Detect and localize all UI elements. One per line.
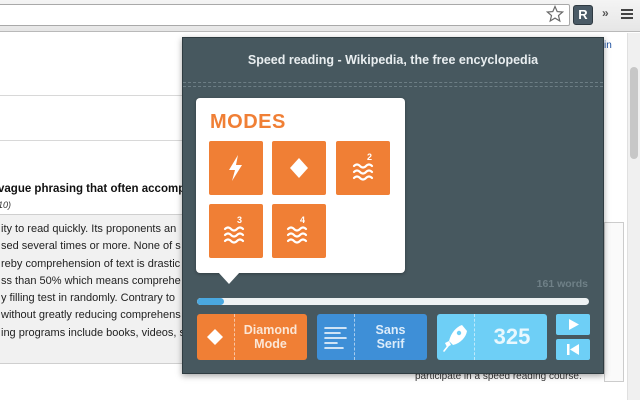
side-panel	[604, 222, 624, 382]
article-line: sed several times or more. None of s	[1, 240, 181, 253]
mode-button-line2: Mode	[254, 337, 287, 351]
font-button-line2: Serif	[376, 337, 405, 351]
modes-menu: MODES 2 3 4	[196, 98, 405, 284]
modes-heading: MODES	[210, 111, 286, 133]
play-icon	[569, 319, 579, 330]
article-line: ity to read quickly. Its proponents an	[1, 223, 177, 235]
waves-icon: 4	[286, 215, 308, 244]
article-line: ss than 50% which means comprehe	[1, 274, 181, 287]
reading-progress-fill	[197, 298, 225, 305]
waves-icon: 3	[223, 215, 245, 244]
article-excerpt: ity to read quickly. Its proponents an s…	[0, 214, 189, 364]
mode-tile-waves-2[interactable]: 2	[336, 141, 390, 195]
diamond-icon	[207, 329, 223, 345]
speed-button[interactable]: 325	[437, 314, 547, 360]
mode-button[interactable]: Diamond Mode	[197, 314, 307, 360]
diamond-icon	[290, 158, 308, 178]
word-count: 161 words	[536, 278, 588, 290]
article-line: y filling test in randomly. Contrary to	[1, 292, 176, 305]
skip-back-icon	[567, 344, 579, 355]
button-divider	[474, 314, 475, 360]
scrollbar-thumb[interactable]	[630, 67, 638, 159]
browser-toolbar: R »	[0, 0, 640, 32]
article-subheading: 10)	[0, 200, 12, 210]
page-divider	[0, 95, 182, 96]
article-line: reby comprehension of text is drastic	[1, 257, 181, 270]
restart-button[interactable]	[556, 339, 590, 360]
address-bar[interactable]	[0, 4, 570, 26]
font-button-line1: Sans	[375, 323, 406, 337]
overflow-chevron-icon[interactable]: »	[602, 6, 609, 20]
font-button-label: Sans Serif	[354, 314, 427, 360]
article-heading: vague phrasing that often accompa	[0, 183, 192, 195]
chrome-menu-icon[interactable]	[621, 9, 633, 20]
play-button[interactable]	[556, 314, 590, 335]
lightning-icon	[229, 155, 242, 181]
page-scrollbar[interactable]	[627, 33, 640, 400]
readability-extension-icon[interactable]: R	[573, 5, 593, 25]
mode-tile-waves-3[interactable]: 3	[209, 204, 263, 258]
mode-badge: 2	[367, 152, 372, 162]
side-link[interactable]: in	[604, 40, 612, 51]
reading-progress-bar[interactable]	[197, 298, 589, 305]
mode-tile-flash[interactable]	[209, 141, 263, 195]
popup-title: Speed reading - Wikipedia, the free ency…	[247, 53, 539, 67]
waves-icon: 2	[352, 152, 374, 181]
article-line: ing programs include books, videos, s	[1, 326, 186, 339]
mode-badge: 4	[300, 215, 305, 225]
page-divider	[0, 140, 182, 141]
font-button[interactable]: Sans Serif	[317, 314, 427, 360]
mode-badge: 3	[237, 215, 242, 225]
extension-icon-letter: R	[578, 7, 588, 22]
star-icon[interactable]	[546, 5, 564, 23]
article-line: without greatly reducing comprehens	[1, 309, 181, 322]
speed-reader-popup: Speed reading - Wikipedia, the free ency…	[182, 37, 604, 374]
rocket-icon	[443, 325, 467, 352]
mode-tile-waves-4[interactable]: 4	[272, 204, 326, 258]
text-lines-icon	[324, 327, 347, 349]
speed-value: 325	[493, 324, 531, 349]
mode-button-label: Diamond Mode	[234, 314, 307, 360]
dashed-divider	[183, 86, 603, 87]
dashed-divider	[183, 82, 603, 83]
mode-tile-diamond[interactable]	[272, 141, 326, 195]
mode-button-line1: Diamond	[243, 323, 298, 337]
